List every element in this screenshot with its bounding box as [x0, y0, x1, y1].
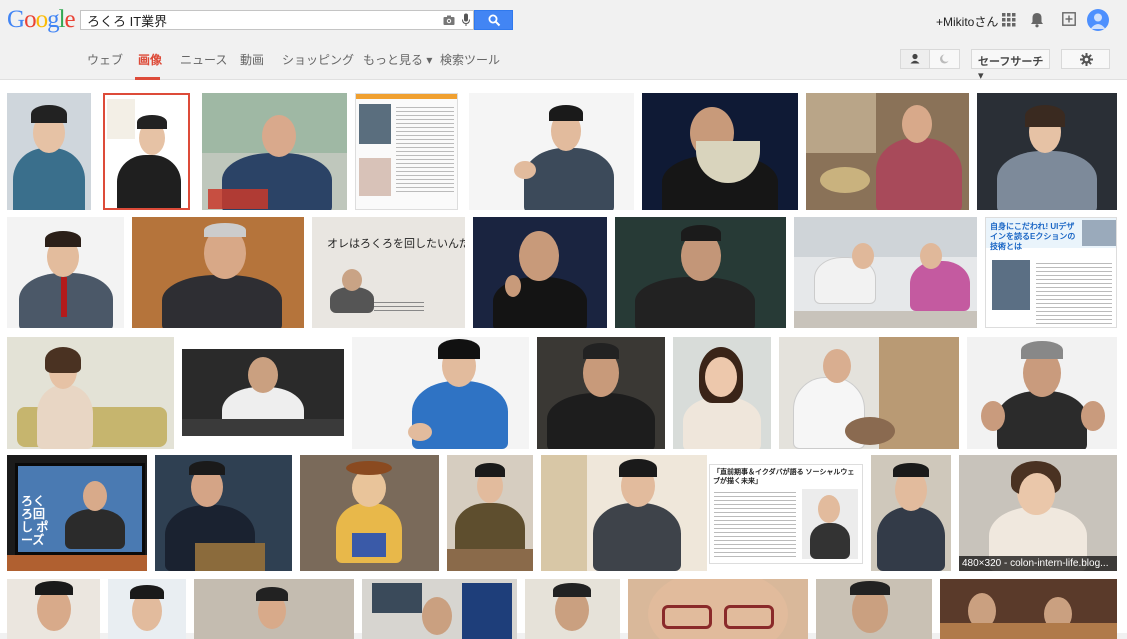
notifications-bell-icon[interactable] [1030, 12, 1044, 28]
image-result[interactable] [469, 93, 634, 210]
search-input[interactable] [87, 12, 427, 28]
image-result[interactable] [194, 579, 354, 639]
image-hover-caption: 480×320 - colon-intern-life.blog... [959, 556, 1117, 571]
search-button[interactable] [474, 10, 513, 30]
logo-letter: o [35, 6, 48, 33]
microphone-icon[interactable] [461, 13, 471, 27]
image-result[interactable] [155, 455, 292, 571]
image-result[interactable] [541, 455, 707, 571]
image-result[interactable] [7, 337, 174, 449]
image-result[interactable] [132, 217, 304, 328]
tab-videos[interactable]: 動画 [240, 51, 264, 68]
image-result[interactable] [108, 579, 186, 639]
image-result[interactable] [871, 455, 951, 571]
image-result[interactable] [7, 217, 124, 328]
google-logo[interactable]: Google [7, 6, 76, 33]
tab-shopping[interactable]: ショッピング [282, 51, 354, 68]
image-result[interactable] [977, 93, 1117, 210]
hide-personal-results-button[interactable] [929, 49, 960, 69]
tab-web[interactable]: ウェブ [87, 51, 123, 68]
image-result[interactable] [816, 579, 932, 639]
account-avatar[interactable] [1087, 9, 1109, 31]
settings-button[interactable] [1061, 49, 1110, 69]
image-result[interactable] [473, 217, 607, 328]
image-result[interactable] [967, 337, 1117, 449]
image-result[interactable] [628, 579, 808, 639]
image-result[interactable] [352, 337, 529, 449]
personal-results-button[interactable] [900, 49, 930, 69]
image-result[interactable] [615, 217, 786, 328]
image-result[interactable] [355, 93, 458, 210]
image-result[interactable]: オレはろくろを回したいんだよ [312, 217, 465, 328]
tab-news[interactable]: ニュース [180, 51, 227, 68]
tab-more[interactable]: もっと見る ▾ [363, 51, 432, 68]
share-plus-icon[interactable] [1062, 12, 1076, 26]
image-overlay-text: 「直前期事＆イクダバが語る ソーシャルウェブが描く未来」 [713, 469, 855, 485]
image-result[interactable] [940, 579, 1117, 639]
image-results-grid: オレはろくろを回したいんだよ 自身にこだわれ! UIデザインを読るEクションの技… [0, 80, 1127, 639]
tab-images[interactable]: 画像 [138, 51, 162, 68]
image-result[interactable] [642, 93, 798, 210]
user-profile-link[interactable]: +Mikitoさん [936, 13, 998, 30]
image-result[interactable] [300, 455, 439, 571]
logo-letter: e [64, 6, 76, 33]
magnifier-icon [488, 14, 501, 27]
image-result[interactable] [806, 93, 969, 210]
image-result[interactable]: 「直前期事＆イクダバが語る ソーシャルウェブが描く未来」 [709, 464, 863, 564]
image-result[interactable] [447, 455, 533, 571]
logo-letter: o [24, 6, 36, 33]
header: Google +Mikitoさん [0, 0, 1127, 40]
image-result[interactable] [362, 579, 517, 639]
apps-grid-icon[interactable] [1002, 13, 1016, 27]
image-result[interactable] [202, 93, 347, 210]
image-overlay-text: ろくろ回し ポーズ [21, 494, 49, 547]
image-result[interactable] [7, 579, 100, 639]
image-result[interactable] [103, 93, 190, 210]
image-result[interactable]: ろくろ回し ポーズ [7, 455, 147, 571]
search-box[interactable] [80, 10, 474, 30]
image-result[interactable] [673, 337, 771, 449]
image-result[interactable] [794, 217, 977, 328]
image-overlay-text: 自身にこだわれ! UIデザインを読るEクションの技術とは [990, 222, 1076, 251]
image-result[interactable]: 480×320 - colon-intern-life.blog... [959, 455, 1117, 571]
image-result[interactable] [182, 349, 344, 436]
gear-icon [1080, 53, 1093, 66]
image-overlay-text: オレはろくろを回したいんだよ [327, 238, 465, 250]
safe-search-dropdown[interactable]: セーフサーチ ▾ [971, 49, 1050, 82]
globe-icon [940, 54, 950, 64]
image-result[interactable] [7, 93, 91, 210]
image-result[interactable] [779, 337, 959, 449]
tab-search-tools[interactable]: 検索ツール [440, 51, 500, 68]
image-result[interactable] [525, 579, 620, 639]
image-result[interactable]: 自身にこだわれ! UIデザインを読るEクションの技術とは [985, 217, 1117, 328]
person-icon [910, 53, 920, 64]
camera-icon[interactable] [443, 14, 455, 26]
logo-letter: g [47, 6, 59, 33]
person-icon [1090, 13, 1106, 29]
image-result[interactable] [537, 337, 665, 449]
logo-letter: G [7, 6, 25, 33]
